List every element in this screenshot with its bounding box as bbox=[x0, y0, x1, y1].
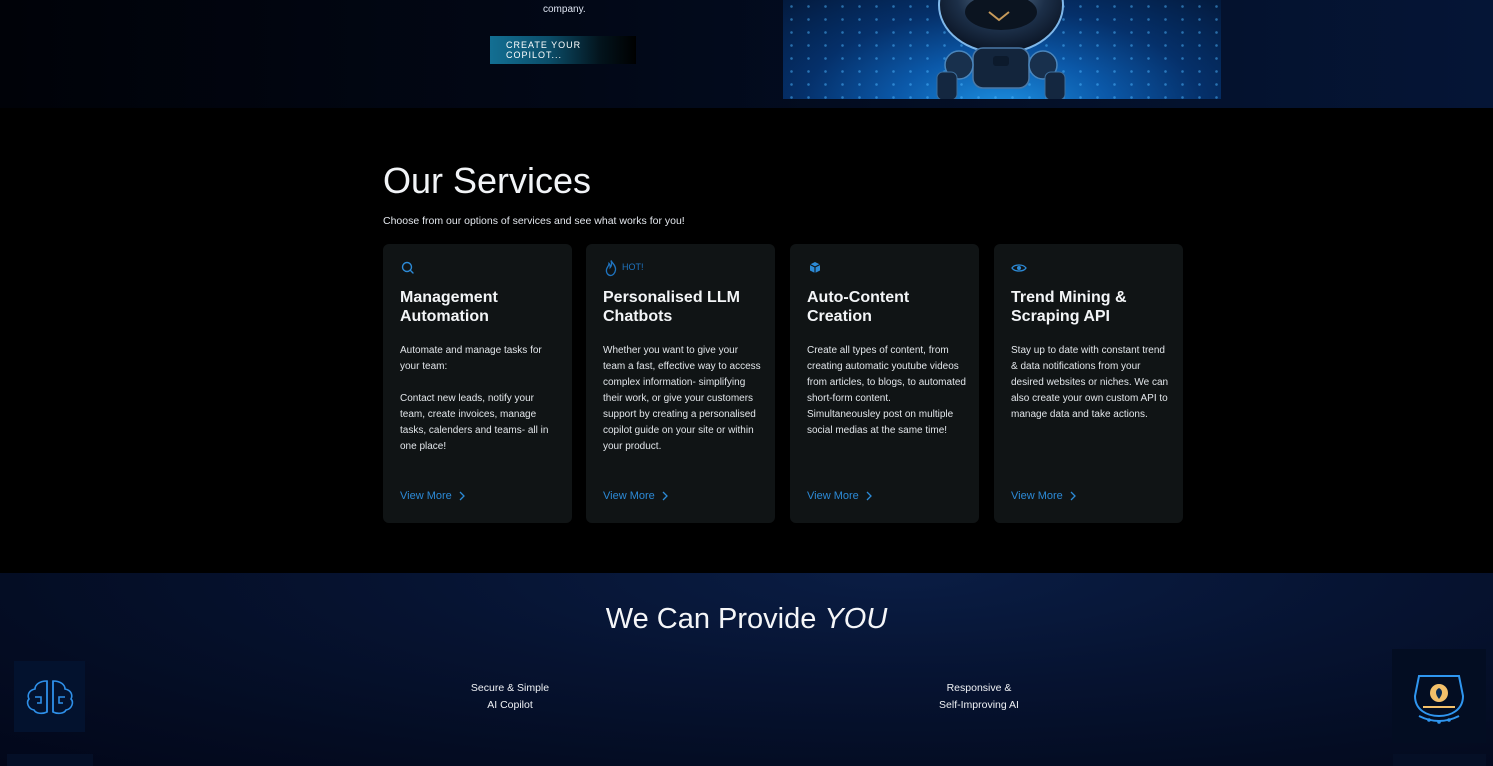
partial-badge-left bbox=[7, 754, 93, 766]
view-more-link[interactable]: View More bbox=[603, 490, 668, 502]
service-card-description: Stay up to date with constant trend & da… bbox=[1011, 345, 1169, 420]
service-card-management-automation: Management Automation Automate and manag… bbox=[383, 244, 572, 523]
service-card-trend-mining: Trend Mining & Scraping API Stay up to d… bbox=[994, 244, 1183, 523]
feature-secure-copilot: Secure & Simple AI Copilot bbox=[470, 682, 550, 711]
service-card-title: Management Automation bbox=[400, 289, 498, 325]
provide-title: We Can Provide YOU bbox=[0, 603, 1493, 636]
brain-circuit-icon bbox=[26, 679, 73, 714]
chevron-right-icon bbox=[1070, 491, 1076, 501]
services-section: Our Services Choose from our options of … bbox=[0, 108, 1493, 574]
cube-icon bbox=[809, 262, 821, 273]
ai-assistant-badge bbox=[1392, 649, 1486, 743]
service-card-description: Create all types of content, from creati… bbox=[807, 345, 966, 436]
view-more-label: View More bbox=[1011, 490, 1063, 502]
service-card-title: Personalised LLM Chatbots bbox=[603, 289, 740, 325]
create-copilot-button[interactable]: CREATE YOUR COPILOT... bbox=[490, 36, 636, 64]
view-more-link[interactable]: View More bbox=[400, 490, 465, 502]
service-card-auto-content: Auto-Content Creation Create all types o… bbox=[790, 244, 979, 523]
ai-brain-badge bbox=[14, 661, 85, 732]
services-subtitle: Choose from our options of services and … bbox=[383, 215, 685, 227]
robot-hero-image bbox=[783, 0, 1221, 99]
robot-illustration bbox=[936, 0, 1066, 99]
provide-title-prefix: We Can Provide bbox=[605, 603, 817, 635]
view-more-label: View More bbox=[603, 490, 655, 502]
eye-icon bbox=[1011, 264, 1027, 272]
view-more-label: View More bbox=[807, 490, 859, 502]
chevron-right-icon bbox=[662, 491, 668, 501]
service-card-description: Whether you want to give your team a fas… bbox=[603, 345, 761, 452]
chevron-right-icon bbox=[459, 491, 465, 501]
service-card-llm-chatbots: HOT! Personalised LLM Chatbots Whether y… bbox=[586, 244, 775, 523]
view-more-link[interactable]: View More bbox=[1011, 490, 1076, 502]
provide-title-emphasis: YOU bbox=[824, 603, 888, 635]
view-more-link[interactable]: View More bbox=[807, 490, 872, 502]
service-card-title: Auto-Content Creation bbox=[807, 289, 910, 325]
service-card-title: Trend Mining & Scraping API bbox=[1011, 289, 1127, 325]
flame-icon bbox=[605, 260, 617, 277]
hero-text: company. bbox=[543, 4, 586, 15]
feature-self-improving-ai: Responsive & Self-Improving AI bbox=[939, 682, 1019, 711]
view-more-label: View More bbox=[400, 490, 452, 502]
services-title: Our Services bbox=[383, 160, 592, 201]
service-card-description: Automate and manage tasks for your team:… bbox=[400, 345, 549, 452]
robot-mascot-icon bbox=[1413, 675, 1465, 724]
hero-section: company. CREATE YOUR COPILOT... bbox=[0, 0, 1493, 108]
chevron-right-icon bbox=[866, 491, 872, 501]
partial-badge-right bbox=[1393, 754, 1486, 766]
search-icon bbox=[401, 261, 414, 274]
provide-section: We Can Provide YOU Secure & Simple AI Co… bbox=[0, 573, 1493, 766]
page: company. CREATE YOUR COPILOT... Our Serv… bbox=[0, 0, 1493, 766]
hot-badge: HOT! bbox=[622, 262, 644, 272]
